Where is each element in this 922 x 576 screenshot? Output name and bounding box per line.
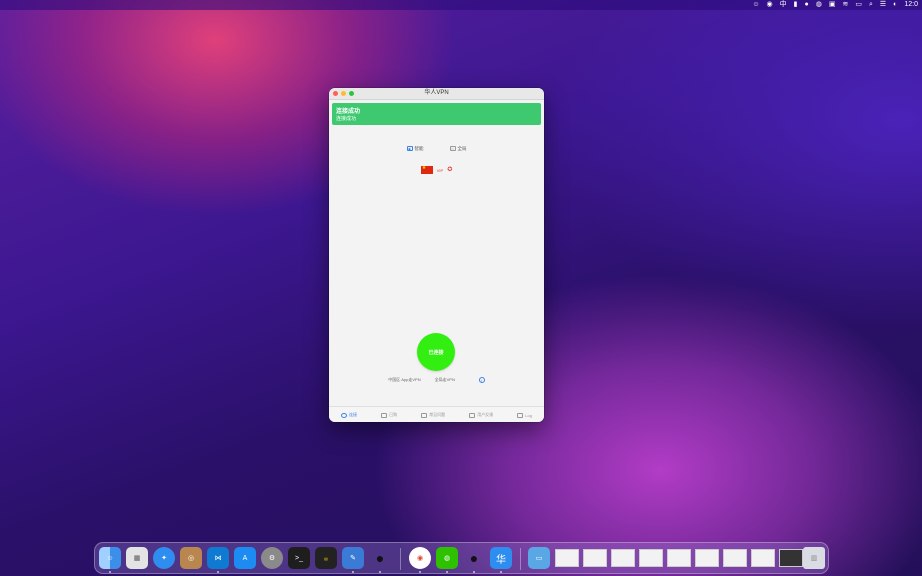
tab-log-label: Log: [525, 412, 532, 418]
chrome-icon[interactable]: ◉: [409, 547, 431, 569]
connect-tab-icon: [341, 412, 348, 418]
tab-faq[interactable]: 常见问题: [421, 412, 445, 418]
vscode-running-indicator: [217, 571, 219, 573]
qq-running-indicator: [379, 571, 381, 573]
wechat-icon[interactable]: ◍: [436, 547, 458, 569]
tab-feedback[interactable]: 用户反馈: [469, 412, 493, 418]
feedback-tab-icon: [469, 412, 476, 418]
wifi-icon[interactable]: ≋: [842, 0, 848, 10]
smart-mode-icon: ◆: [406, 146, 413, 151]
window-titlebar[interactable]: 华人VPN: [329, 88, 544, 100]
minimized-window-9[interactable]: [779, 549, 803, 567]
global-mode-icon: ◇: [449, 146, 456, 151]
qq-icon-2[interactable]: ●: [463, 547, 485, 569]
wechat-running-indicator: [446, 571, 448, 573]
battery-icon[interactable]: ▭: [855, 0, 862, 10]
dock-separator-2: [520, 548, 521, 570]
minimized-window-7[interactable]: [723, 549, 747, 567]
control-center-icon[interactable]: ☰: [880, 0, 886, 10]
banner-subtitle: 连接成功: [336, 116, 357, 122]
minimized-window-2[interactable]: [583, 549, 607, 567]
folder-icon[interactable]: ▭: [528, 547, 550, 569]
tab-connect[interactable]: 连接: [341, 412, 357, 418]
minimized-window-3[interactable]: [611, 549, 635, 567]
connect-button-label: 已连接: [428, 349, 444, 356]
purchased-tab-icon: [381, 412, 388, 418]
window-title: 华人VPN: [424, 90, 449, 96]
input-method-indicator[interactable]: 中: [780, 0, 787, 10]
chrome-running-indicator: [419, 571, 421, 573]
smart-mode-label: 智能: [414, 145, 424, 151]
tab-faq-label: 常见问题: [429, 412, 446, 417]
tab-purchased-label: 已购: [389, 412, 398, 417]
vpn-app-window: 华人VPN 连接成功 连接成功 ◆ 智能 ◇ 全局 VIP ✪ 已连接 中国区 …: [329, 88, 544, 422]
siri-icon[interactable]: ◐: [893, 0, 897, 10]
launchpad-icon[interactable]: ▦: [126, 547, 148, 569]
terminal-icon[interactable]: >_: [288, 547, 310, 569]
hint-global: 全局走VPN: [434, 377, 455, 382]
finder-icon[interactable]: ☺: [99, 547, 121, 569]
monitor-widget-icon[interactable]: ▤: [315, 547, 337, 569]
log-tab-icon: [517, 412, 524, 418]
qq-icon[interactable]: ●: [369, 547, 391, 569]
minimized-window-4[interactable]: [639, 549, 663, 567]
menu-bar: ☺ ◉ 中 ▮ ● ◍ ▣ ≋ ▭ ⌕ ☰ ◐ 12:0: [0, 0, 922, 10]
hint-china-apps: 中国区 App走VPN: [388, 377, 421, 382]
global-mode-option[interactable]: ◇ 全局: [449, 144, 467, 153]
vscode-icon[interactable]: ⋈: [207, 547, 229, 569]
server-selector[interactable]: VIP ✪: [329, 165, 544, 175]
minimized-window-6[interactable]: [695, 549, 719, 567]
minimized-window-5[interactable]: [667, 549, 691, 567]
system-settings-icon[interactable]: ⚙: [261, 547, 283, 569]
safari-icon[interactable]: ✦: [153, 547, 175, 569]
connect-button[interactable]: 已连接: [417, 333, 455, 371]
banner-title: 连接成功: [336, 109, 361, 115]
search-icon[interactable]: ⌕: [869, 0, 873, 10]
faq-tab-icon: [421, 412, 428, 418]
status-icon-5[interactable]: ▣: [829, 0, 836, 10]
connection-status-banner: 连接成功 连接成功: [332, 103, 541, 125]
china-flag-icon: [420, 165, 433, 174]
trash-icon[interactable]: ▥: [803, 547, 825, 569]
vip-badge-icon: ✪: [447, 167, 453, 173]
huaren-vpn-icon[interactable]: 华: [490, 547, 512, 569]
server-label: VIP: [436, 167, 444, 173]
huaren-running-indicator: [500, 571, 502, 573]
huaren-vpn-icon-glyph: 华: [496, 554, 506, 566]
status-icon-3[interactable]: ▮: [794, 0, 798, 10]
app-store-icon[interactable]: A: [234, 547, 256, 569]
wechat-status-icon[interactable]: ◍: [816, 0, 822, 10]
bottom-tab-bar: 连接 已购 常见问题 用户反馈 Log: [329, 406, 544, 422]
status-icon-4[interactable]: ●: [804, 0, 808, 10]
status-icon-2[interactable]: ◉: [767, 0, 773, 10]
tab-purchased[interactable]: 已购: [381, 412, 397, 418]
status-icon-1[interactable]: ☺: [752, 0, 759, 10]
tab-log[interactable]: Log: [517, 412, 532, 418]
minimized-window-1[interactable]: [555, 549, 579, 567]
dock: ☺ ▦ ✦ ◎ ⋈ A ⚙ >_ ▤ ✎ ● ◉ ◍ ● 华 ▭ ▥: [94, 542, 829, 574]
xcode-icon[interactable]: ✎: [342, 547, 364, 569]
route-hints: 中国区 App走VPN 全局走VPN i: [329, 376, 544, 384]
tab-connect-label: 连接: [349, 412, 358, 417]
finder-running-indicator: [109, 571, 111, 573]
smart-mode-option[interactable]: ◆ 智能: [406, 144, 424, 153]
qq2-running-indicator: [473, 571, 475, 573]
info-icon[interactable]: i: [478, 377, 485, 383]
dock-separator: [400, 548, 401, 570]
contacts-icon[interactable]: ◎: [180, 547, 202, 569]
global-mode-label: 全局: [457, 145, 467, 151]
xcode-running-indicator: [352, 571, 354, 573]
minimized-window-8[interactable]: [751, 549, 775, 567]
menubar-clock[interactable]: 12:0: [904, 0, 918, 10]
routing-mode-selector: ◆ 智能 ◇ 全局: [329, 144, 544, 153]
tab-feedback-label: 用户反馈: [477, 412, 494, 417]
